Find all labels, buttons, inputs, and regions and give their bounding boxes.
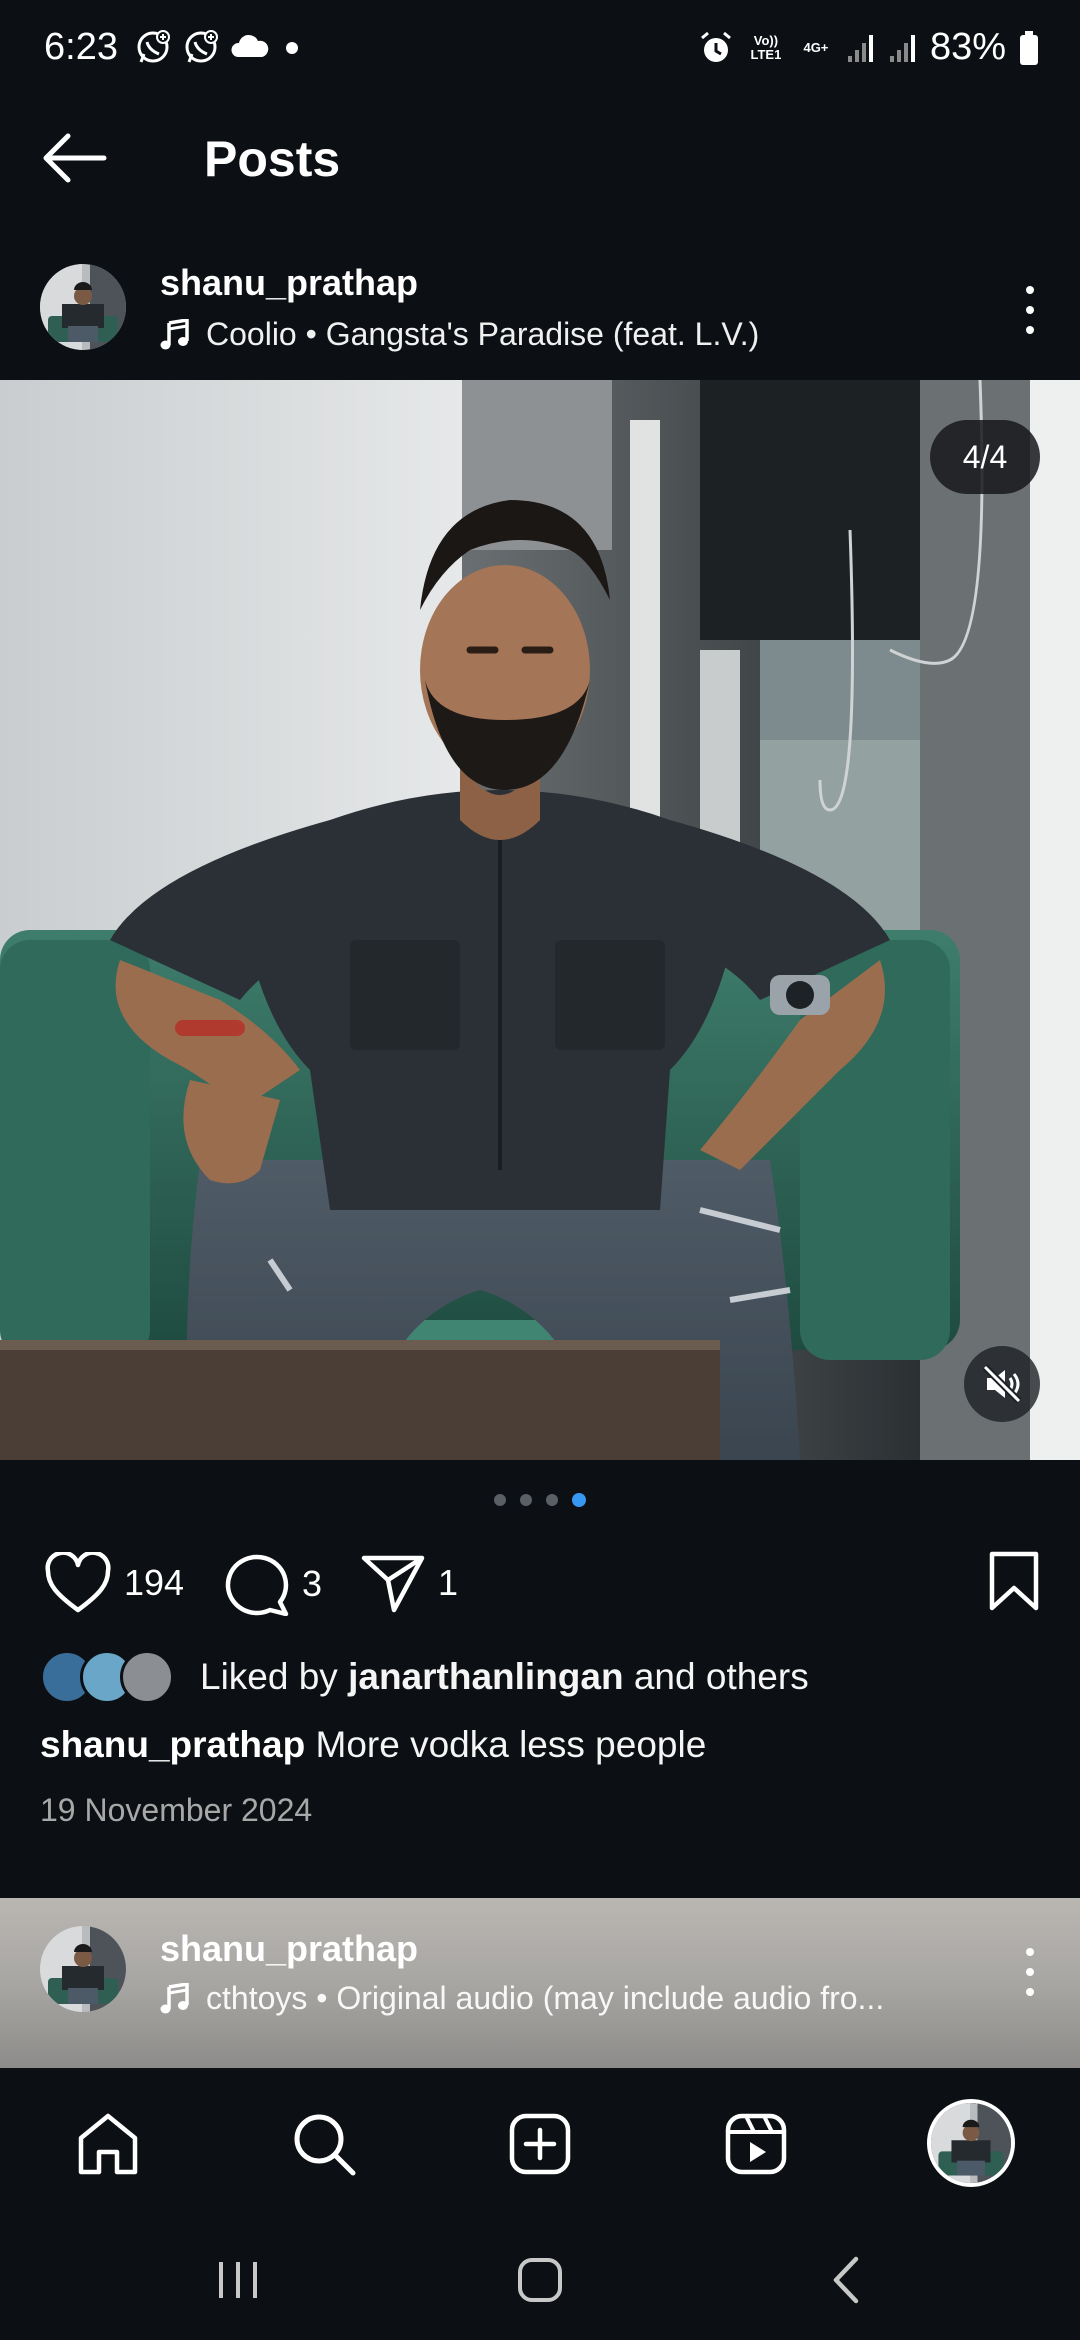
caption-username[interactable]: shanu_prathap [40, 1724, 305, 1765]
reels-icon [725, 2113, 787, 2175]
bookmark-icon [989, 1551, 1039, 1611]
like-count: 194 [124, 1562, 185, 1603]
post-header: shanu_prathap Coolio • Gangsta's Paradis… [0, 256, 1080, 376]
share-count: 1 [438, 1562, 459, 1603]
post-actions: 194 3 1 [0, 1540, 1080, 1624]
next-post-username[interactable]: shanu_prathap [160, 1928, 418, 1970]
carousel-indicator [0, 1493, 1080, 1507]
back-button[interactable] [40, 128, 120, 188]
post-date: 19 November 2024 [40, 1792, 313, 1828]
alarm-icon [698, 30, 734, 66]
search-icon [294, 2114, 356, 2176]
mute-button[interactable] [964, 1346, 1040, 1422]
liked-by-avatars [40, 1650, 178, 1704]
more-dot [1026, 286, 1034, 294]
send-icon [361, 1555, 425, 1613]
home-circle-icon [518, 2258, 562, 2302]
share-button[interactable]: 1 [360, 1552, 458, 1614]
status-time: 6:23 [44, 26, 118, 68]
status-right: Vo)) LTE1 4G+ 83% [698, 26, 1040, 69]
carousel-dot-active [572, 1493, 586, 1507]
liked-by-suffix: and others [633, 1656, 809, 1697]
save-button[interactable] [986, 1550, 1042, 1617]
more-dot [1026, 1968, 1034, 1976]
audio-label: Coolio • Gangsta's Paradise (feat. L.V.) [206, 316, 760, 352]
more-options-button[interactable] [1010, 1942, 1050, 2002]
liked-by-prefix: Liked by [200, 1656, 338, 1697]
create-icon [509, 2113, 571, 2175]
comment-icon [225, 1554, 289, 1616]
tab-search[interactable] [284, 2104, 364, 2184]
more-options-button[interactable] [1010, 280, 1050, 340]
dot-icon [280, 36, 304, 60]
bottom-tab-bar [0, 2068, 1080, 2210]
4g-icon: 4G+ [803, 39, 829, 55]
page-title: Posts [204, 131, 341, 187]
tab-create[interactable] [500, 2104, 580, 2184]
music-note-icon [160, 318, 189, 349]
carousel-dot [494, 1494, 506, 1506]
post-photo-illustration [0, 380, 1080, 1460]
chevron-left-icon [833, 2256, 859, 2304]
next-post-header: shanu_prathap cthtoys • Original audio (… [0, 1898, 1080, 2068]
signal-icon [846, 32, 876, 64]
comment-count: 3 [302, 1563, 323, 1604]
top-navigation: Posts [0, 108, 1080, 204]
like-button[interactable]: 194 [44, 1552, 184, 1614]
post-photo[interactable]: 4/4 [0, 380, 1080, 1460]
status-left: 6:23 [44, 26, 304, 69]
post-username[interactable]: shanu_prathap [160, 262, 418, 304]
audio-link[interactable]: Coolio • Gangsta's Paradise (feat. L.V.) [160, 316, 759, 353]
profile-avatar [927, 2099, 1015, 2187]
back-arrow-icon [43, 133, 107, 183]
liked-by-text: Liked by janarthanlingan and others [200, 1656, 809, 1698]
volte-icon: Vo)) LTE1 [750, 32, 782, 62]
comment-button[interactable]: 3 [224, 1552, 322, 1616]
more-dot [1026, 326, 1034, 334]
next-post-audio-label: cthtoys • Original audio (may include au… [206, 1980, 885, 2016]
battery-icon [1018, 30, 1040, 65]
whatsapp-business-icon [182, 29, 220, 67]
caption-text: More vodka less people [315, 1724, 707, 1765]
liked-by-user[interactable]: janarthanlingan [348, 1656, 623, 1697]
screen: 6:23 Vo)) LTE1 4G+ 83% Posts shanu_prath… [0, 0, 1080, 2340]
system-navigation-bar [0, 2210, 1080, 2340]
signal-icon [888, 32, 918, 64]
home-system-button[interactable] [500, 2250, 580, 2310]
carousel-dot [520, 1494, 532, 1506]
more-dot [1026, 1988, 1034, 1996]
heart-icon [45, 1552, 111, 1613]
more-dot [1026, 306, 1034, 314]
carousel-dot [546, 1494, 558, 1506]
recent-apps-button[interactable] [198, 2250, 278, 2310]
music-note-icon [160, 1982, 189, 2013]
cloud-icon [230, 33, 270, 63]
recent-apps-icon [219, 2262, 257, 2298]
back-system-button[interactable] [806, 2250, 886, 2310]
status-bar: 6:23 Vo)) LTE1 4G+ 83% [0, 0, 1080, 100]
tab-profile[interactable] [926, 2098, 1016, 2188]
avatar [120, 1650, 174, 1704]
more-dot [1026, 1948, 1034, 1956]
whatsapp-icon [134, 29, 172, 67]
battery-percent: 83% [929, 26, 1006, 68]
home-icon [78, 2113, 138, 2175]
avatar[interactable] [40, 1926, 126, 2012]
carousel-counter: 4/4 [930, 420, 1040, 494]
speaker-muted-icon [982, 1364, 1022, 1404]
caption: shanu_prathap More vodka less people [40, 1724, 1040, 1766]
tab-reels[interactable] [716, 2104, 796, 2184]
liked-by[interactable]: Liked by janarthanlingan and others [40, 1650, 809, 1704]
next-post-audio-link[interactable]: cthtoys • Original audio (may include au… [160, 1980, 884, 2017]
avatar[interactable] [40, 264, 126, 350]
tab-home[interactable] [68, 2104, 148, 2184]
